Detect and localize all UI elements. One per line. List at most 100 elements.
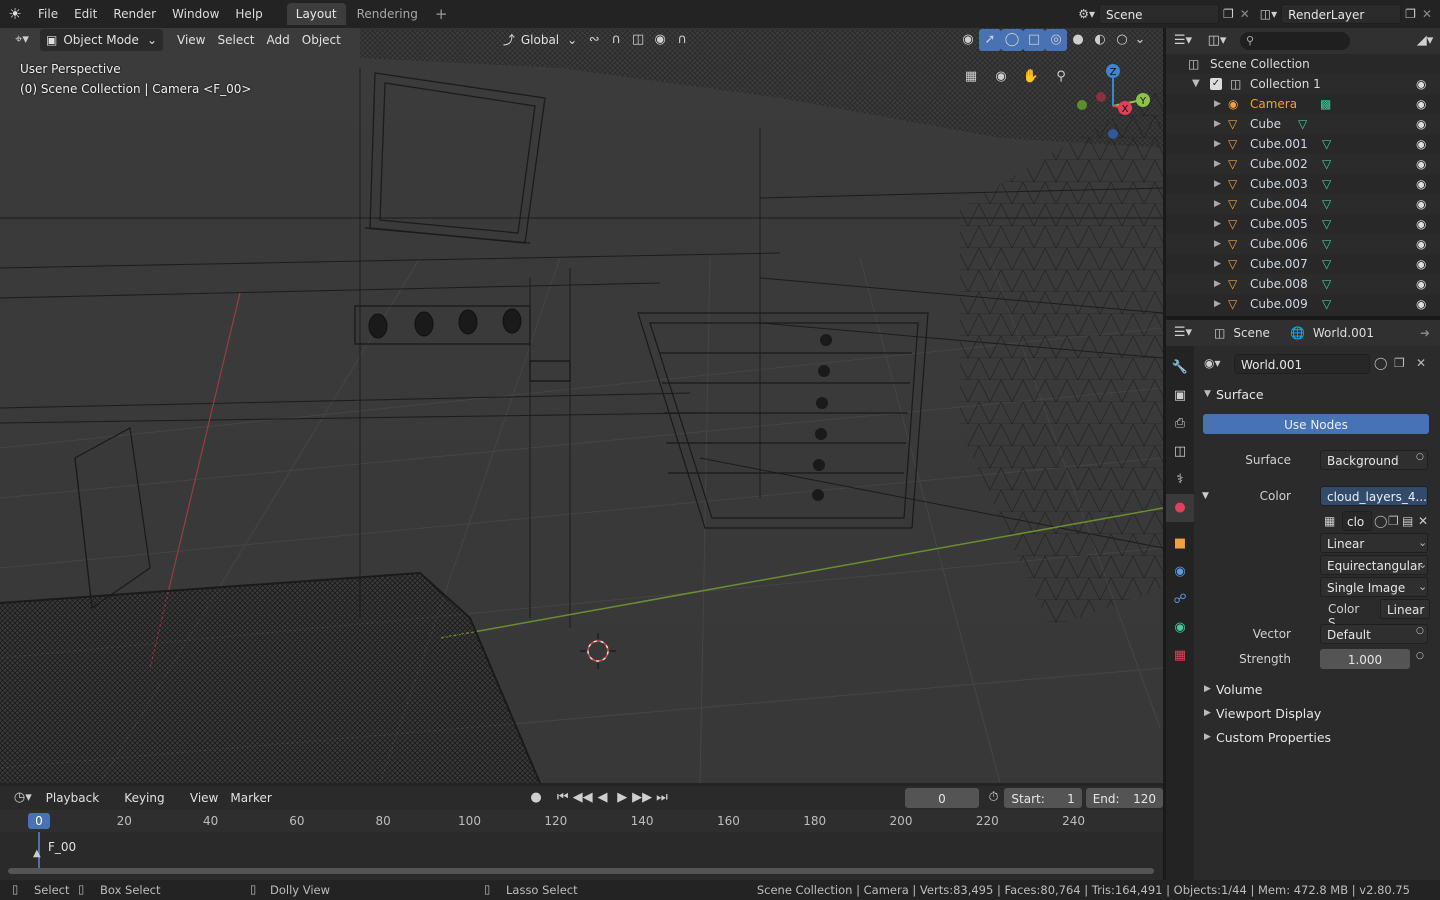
- image-name-field[interactable]: clo: [1342, 511, 1372, 531]
- mesh-data-icon[interactable]: ▽: [1322, 174, 1331, 194]
- expand-arrow-icon[interactable]: ▶: [1214, 214, 1221, 234]
- expand-arrow-icon[interactable]: ▶: [1214, 234, 1221, 254]
- marker-triangle-icon[interactable]: ▲: [33, 848, 41, 859]
- outliner-item[interactable]: ▶ ▽ Cube.004 ▽ ◉: [1166, 194, 1440, 214]
- eye-icon[interactable]: ◉: [1416, 254, 1426, 274]
- object-tab-icon[interactable]: ■: [1166, 530, 1194, 558]
- outliner-item[interactable]: ▶ ▽ Cube.003 ▽ ◉: [1166, 174, 1440, 194]
- display-mode-icon[interactable]: ◫▾: [1200, 30, 1234, 52]
- expand-arrow-icon[interactable]: ▶: [1214, 194, 1221, 214]
- tool-tab-icon[interactable]: 🔧: [1166, 354, 1194, 382]
- output-tab-icon[interactable]: ⎙: [1166, 410, 1194, 438]
- rendered-shading-icon[interactable]: ○: [1111, 29, 1133, 51]
- menu-marker[interactable]: Marker: [224, 787, 277, 809]
- image-browse-icon[interactable]: ▦: [1324, 514, 1335, 528]
- camera-view-icon[interactable]: ◉: [990, 66, 1012, 88]
- volume-section-title[interactable]: Volume: [1216, 682, 1263, 697]
- mesh-data-icon[interactable]: ▽: [1322, 154, 1331, 174]
- surface-section-title[interactable]: Surface: [1216, 387, 1264, 402]
- image-fake-user-icon[interactable]: ◯: [1374, 514, 1387, 528]
- expand-arrow-icon[interactable]: ▶: [1214, 94, 1221, 114]
- image-unlink-icon[interactable]: ✕: [1418, 514, 1428, 528]
- eye-icon[interactable]: ◉: [1416, 114, 1426, 134]
- eye-icon[interactable]: ◉: [1416, 94, 1426, 114]
- current-frame-field[interactable]: 0: [905, 788, 979, 808]
- expand-arrow-icon[interactable]: ▶: [1214, 294, 1221, 314]
- menu-keying[interactable]: Keying ⌄: [118, 787, 184, 827]
- mesh-data-icon[interactable]: ▽: [1322, 294, 1331, 314]
- image-duplicate-icon[interactable]: ❐: [1388, 514, 1399, 528]
- prev-keyframe-icon[interactable]: ◀◀: [573, 787, 593, 809]
- editor-type-icon[interactable]: ⌖▾: [4, 29, 40, 51]
- view-layer-tab-icon[interactable]: ◫: [1166, 438, 1194, 466]
- outliner-item[interactable]: ▶ ◉ Camera ▩ ◉: [1166, 94, 1440, 114]
- duplicate-world-icon[interactable]: ❐: [1394, 356, 1405, 370]
- expand-arrow-icon[interactable]: ▼: [1192, 74, 1200, 94]
- fake-user-icon[interactable]: ◯: [1374, 356, 1387, 370]
- scene-name-field[interactable]: Scene: [1098, 4, 1219, 24]
- menu-select[interactable]: Select: [211, 29, 260, 51]
- scene-tab-icon[interactable]: ⚕: [1166, 466, 1194, 494]
- source-dropdown[interactable]: Single Image: [1320, 577, 1428, 597]
- add-workspace-icon[interactable]: +: [427, 5, 456, 23]
- custom-props-expand-icon[interactable]: ▶: [1204, 732, 1211, 742]
- outliner-item[interactable]: ▶ ▽ Cube ▽ ◉: [1166, 114, 1440, 134]
- outliner-item[interactable]: ▶ ▽ Cube.002 ▽ ◉: [1166, 154, 1440, 174]
- pin-icon[interactable]: ➜: [1420, 326, 1430, 340]
- solid-shading-icon[interactable]: ●: [1067, 29, 1089, 51]
- play-reverse-icon[interactable]: ◀: [593, 787, 613, 809]
- expand-arrow-icon[interactable]: ▶: [1214, 274, 1221, 294]
- grid-view-icon[interactable]: ▦: [960, 66, 982, 88]
- expand-arrow-icon[interactable]: ▶: [1214, 254, 1221, 274]
- menu-view[interactable]: View: [171, 29, 211, 51]
- image-open-folder-icon[interactable]: ▤: [1402, 514, 1413, 528]
- timeline-scrollbar[interactable]: [8, 868, 1154, 874]
- pivot-icon[interactable]: ∾: [583, 29, 605, 51]
- expand-arrow-icon[interactable]: ▶: [1214, 114, 1221, 134]
- new-scene-icon[interactable]: ❐: [1219, 7, 1238, 21]
- outliner-editor-icon[interactable]: ☰▾: [1166, 30, 1200, 52]
- checkbox-icon[interactable]: ✓: [1210, 78, 1222, 90]
- play-icon[interactable]: ▶: [612, 787, 632, 809]
- tab-rendering[interactable]: Rendering: [348, 3, 427, 25]
- world-browse-icon[interactable]: ◉▾: [1204, 356, 1221, 370]
- menu-help[interactable]: Help: [227, 0, 270, 28]
- menu-timeline-view[interactable]: View: [184, 787, 224, 809]
- navigation-gizmo[interactable]: Z Y X: [1070, 58, 1160, 148]
- shading-options-icon[interactable]: ⌄: [1133, 29, 1147, 51]
- playhead[interactable]: 0: [28, 813, 50, 829]
- properties-editor-icon[interactable]: ☰▾: [1166, 322, 1200, 344]
- eye-icon[interactable]: ◉: [1416, 234, 1426, 254]
- menu-add[interactable]: Add: [261, 29, 296, 51]
- object-data-tab-icon[interactable]: ◉: [1166, 614, 1194, 642]
- mesh-data-icon[interactable]: ▽: [1322, 234, 1331, 254]
- expand-arrow-icon[interactable]: ▶: [1214, 154, 1221, 174]
- outliner-search-field[interactable]: ⚲: [1240, 32, 1350, 50]
- record-icon[interactable]: ●: [525, 787, 547, 809]
- eye-icon[interactable]: ◉: [1416, 294, 1426, 314]
- visibility-icon[interactable]: ◉: [957, 29, 979, 51]
- expand-arrow-icon[interactable]: ▶: [1214, 134, 1221, 154]
- material-shading-icon[interactable]: ◐: [1089, 29, 1111, 51]
- tab-layout[interactable]: Layout: [286, 3, 346, 25]
- end-frame-field[interactable]: End: 120: [1085, 788, 1164, 808]
- delete-layer-icon[interactable]: ✕: [1420, 7, 1440, 21]
- eye-icon[interactable]: ◉: [1416, 174, 1426, 194]
- unlink-world-icon[interactable]: ✕: [1416, 356, 1426, 370]
- eye-icon[interactable]: ◉: [1416, 154, 1426, 174]
- mesh-data-icon[interactable]: ▽: [1298, 114, 1307, 134]
- outliner-scene-collection[interactable]: ◫ Scene Collection: [1166, 54, 1440, 74]
- projection-dropdown[interactable]: Equirectangular: [1320, 555, 1428, 575]
- transform-orientation-dropdown[interactable]: ⤴ Global ⌄: [497, 29, 583, 51]
- surface-expand-icon[interactable]: ▼: [1204, 389, 1211, 399]
- marker-label[interactable]: F_00: [48, 840, 76, 854]
- color-texture-field[interactable]: cloud_layers_4...: [1320, 486, 1428, 506]
- viewport-display-section-title[interactable]: Viewport Display: [1216, 706, 1321, 721]
- outliner-item[interactable]: ▶ ▽ Cube.008 ▽ ◉: [1166, 274, 1440, 294]
- vector-field[interactable]: Default: [1320, 624, 1428, 644]
- menu-window[interactable]: Window: [164, 0, 227, 28]
- jump-start-icon[interactable]: ⏮: [553, 787, 573, 809]
- proportional-edit-icon[interactable]: ◉: [649, 29, 671, 51]
- constraints-tab-icon[interactable]: ☍: [1166, 586, 1194, 614]
- gizmo-icon[interactable]: ➚: [979, 29, 1001, 51]
